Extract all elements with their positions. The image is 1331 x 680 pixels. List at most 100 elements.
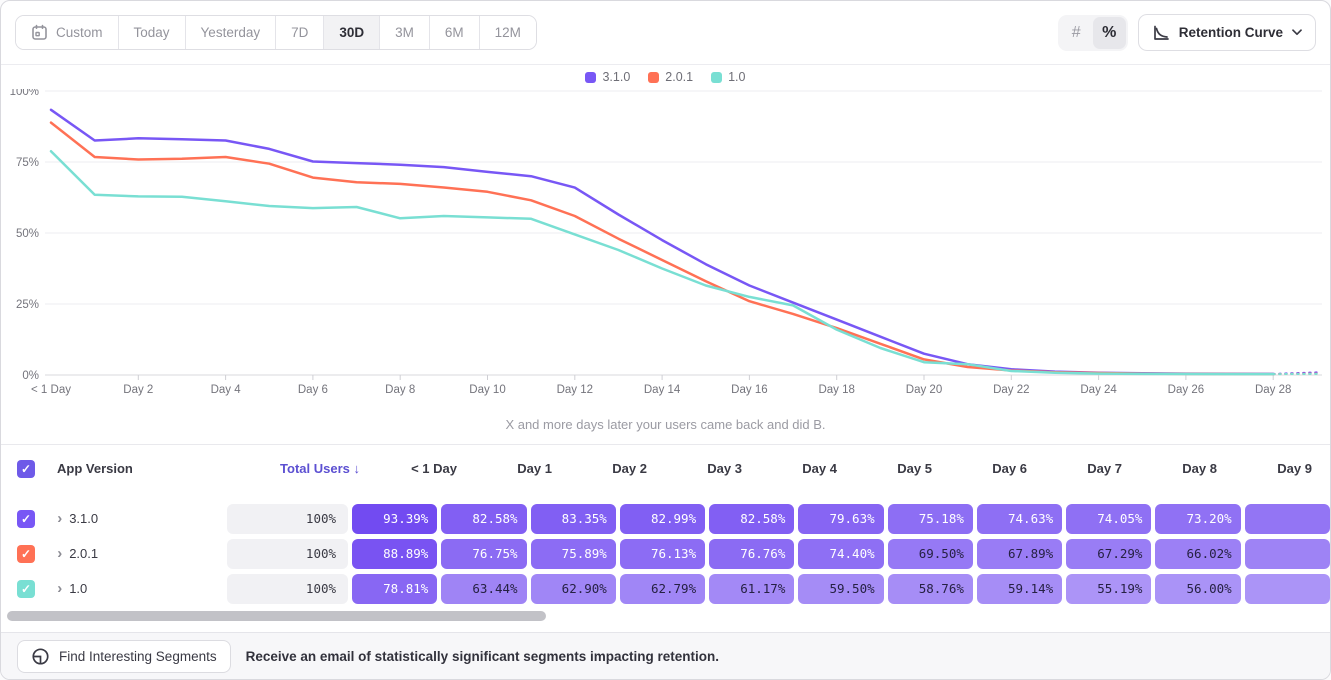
expand-row-chevron[interactable]: › xyxy=(57,546,62,561)
y-axis-label: 75% xyxy=(16,157,39,169)
retention-cell-3.1.0-day-1[interactable]: 82.58% xyxy=(441,504,526,534)
series-line-3.1.0[interactable] xyxy=(51,110,1273,374)
retention-cell-2.0.1-day-10-partial[interactable] xyxy=(1245,539,1330,569)
table-row-1.0: ✓›1.0100%78.81%63.44%62.90%62.79%61.17%5… xyxy=(1,571,1330,606)
table-row-2.0.1: ✓›2.0.1100%88.89%76.75%75.89%76.13%76.76… xyxy=(1,536,1330,571)
x-axis-label: Day 24 xyxy=(1080,384,1117,396)
retention-cell-1.0-day-7[interactable]: 59.14% xyxy=(977,574,1062,604)
retention-cell-2.0.1-day-4[interactable]: 76.76% xyxy=(709,539,794,569)
column-header-day-3[interactable]: Day 3 xyxy=(661,461,752,476)
column-header-day-7[interactable]: Day 7 xyxy=(1041,461,1132,476)
legend-item-1.0[interactable]: 1.0 xyxy=(711,70,745,84)
legend-label: 2.0.1 xyxy=(665,70,693,84)
series-line-2.0.1[interactable] xyxy=(51,123,1273,375)
column-header-day-5[interactable]: Day 5 xyxy=(851,461,942,476)
column-header-day-9[interactable]: Day 9 xyxy=(1231,461,1322,476)
row-checkbox-2.0.1[interactable]: ✓ xyxy=(17,545,35,563)
column-header-day-8[interactable]: Day 8 xyxy=(1136,461,1227,476)
retention-cell-3.1.0-day-4[interactable]: 82.58% xyxy=(709,504,794,534)
x-axis-label: Day 4 xyxy=(211,384,242,396)
date-range-custom[interactable]: Custom xyxy=(16,16,119,49)
chart-type-dropdown[interactable]: Retention Curve xyxy=(1138,14,1316,51)
x-axis-label: Day 8 xyxy=(385,384,415,396)
retention-cell-2.0.1-day-6[interactable]: 69.50% xyxy=(888,539,973,569)
x-axis-label: Day 14 xyxy=(644,384,681,396)
date-range-label: 6M xyxy=(445,25,464,40)
date-range-label: Today xyxy=(134,25,170,40)
retention-cell-1.0-day-9[interactable]: 56.00% xyxy=(1155,574,1240,604)
app-version-label: 2.0.1 xyxy=(69,546,98,561)
column-header-1-day[interactable]: < 1 Day xyxy=(376,461,467,476)
column-header-day-1[interactable]: Day 1 xyxy=(471,461,562,476)
retention-cell-1.0-day-6[interactable]: 58.76% xyxy=(888,574,973,604)
scrollbar-thumb[interactable] xyxy=(7,611,546,621)
expand-row-chevron[interactable]: › xyxy=(57,581,62,596)
x-axis-label: Day 20 xyxy=(906,384,942,396)
retention-cell-2.0.1-day-8[interactable]: 67.29% xyxy=(1066,539,1151,569)
legend-label: 3.1.0 xyxy=(602,70,630,84)
date-range-label: Custom xyxy=(56,25,103,40)
retention-cell-3.1.0-day-8[interactable]: 74.05% xyxy=(1066,504,1151,534)
retention-cell-2.0.1-day-2[interactable]: 75.89% xyxy=(531,539,616,569)
x-axis-label: Day 28 xyxy=(1255,384,1291,396)
series-line-1.0[interactable] xyxy=(51,151,1273,374)
retention-cell-3.1.0-day-6[interactable]: 75.18% xyxy=(888,504,973,534)
date-range-today[interactable]: Today xyxy=(119,16,186,49)
legend-item-3.1.0[interactable]: 3.1.0 xyxy=(585,70,630,84)
retention-cell-1.0-day-10-partial[interactable] xyxy=(1245,574,1330,604)
table-header-row: ✓ App Version Total Users ↓ < 1 DayDay 1… xyxy=(1,444,1330,492)
retention-chart[interactable]: 100%75%50%25%0%< 1 DayDay 2Day 4Day 6Day… xyxy=(1,89,1331,429)
x-axis-label: Day 18 xyxy=(818,384,854,396)
retention-cell-1.0-1-day[interactable]: 78.81% xyxy=(352,574,437,604)
date-range-30d[interactable]: 30D xyxy=(324,16,380,49)
x-axis-label: Day 10 xyxy=(469,384,505,396)
retention-cell-3.1.0-day-9[interactable]: 73.20% xyxy=(1155,504,1240,534)
percentages-toggle[interactable]: % xyxy=(1093,17,1126,49)
column-header-day-2[interactable]: Day 2 xyxy=(566,461,657,476)
date-range-12m[interactable]: 12M xyxy=(480,16,536,49)
value-mode-toggle: #% xyxy=(1058,15,1128,51)
retention-cell-3.1.0-day-10-partial[interactable] xyxy=(1245,504,1330,534)
date-range-6m[interactable]: 6M xyxy=(430,16,480,49)
calendar-icon xyxy=(31,24,48,41)
x-axis-label: Day 16 xyxy=(731,384,767,396)
date-range-label: 3M xyxy=(395,25,414,40)
retention-cell-1.0-day-8[interactable]: 55.19% xyxy=(1066,574,1151,604)
retention-cell-3.1.0-day-2[interactable]: 83.35% xyxy=(531,504,616,534)
expand-row-chevron[interactable]: › xyxy=(57,511,62,526)
absolute-numbers-toggle[interactable]: # xyxy=(1060,17,1093,49)
date-range-7d[interactable]: 7D xyxy=(276,16,324,49)
retention-cell-1.0-day-3[interactable]: 62.79% xyxy=(620,574,705,604)
retention-cell-2.0.1-day-7[interactable]: 67.89% xyxy=(977,539,1062,569)
toolbar: Custom Today Yesterday7D30D 3M 6M 12M #% Rete… xyxy=(1,1,1330,65)
retention-cell-2.0.1-1-day[interactable]: 88.89% xyxy=(352,539,437,569)
app-version-label: 3.1.0 xyxy=(69,511,98,526)
legend-item-2.0.1[interactable]: 2.0.1 xyxy=(648,70,693,84)
footer-message: Receive an email of statistically signif… xyxy=(246,649,719,664)
retention-cell-3.1.0-day-5[interactable]: 79.63% xyxy=(798,504,883,534)
date-range-3m[interactable]: 3M xyxy=(380,16,430,49)
retention-cell-2.0.1-day-5[interactable]: 74.40% xyxy=(798,539,883,569)
retention-cell-3.1.0-day-3[interactable]: 82.99% xyxy=(620,504,705,534)
date-range-selector: Custom Today Yesterday7D30D 3M 6M 12M xyxy=(15,15,537,50)
retention-curve-icon xyxy=(1152,24,1170,42)
total-users-sort-header[interactable]: Total Users ↓ xyxy=(280,461,372,476)
select-all-checkbox[interactable]: ✓ xyxy=(17,460,35,478)
retention-cell-1.0-day-4[interactable]: 61.17% xyxy=(709,574,794,604)
retention-cell-3.1.0-1-day[interactable]: 93.39% xyxy=(352,504,437,534)
row-checkbox-3.1.0[interactable]: ✓ xyxy=(17,510,35,528)
date-range-yesterday[interactable]: Yesterday xyxy=(186,16,277,49)
retention-cell-1.0-day-1[interactable]: 63.44% xyxy=(441,574,526,604)
retention-cell-1.0-day-2[interactable]: 62.90% xyxy=(531,574,616,604)
retention-cell-2.0.1-day-1[interactable]: 76.75% xyxy=(441,539,526,569)
retention-cell-1.0-day-5[interactable]: 59.50% xyxy=(798,574,883,604)
column-header-day-6[interactable]: Day 6 xyxy=(946,461,1037,476)
retention-cell-2.0.1-day-9[interactable]: 66.02% xyxy=(1155,539,1240,569)
find-interesting-segments-button[interactable]: Find Interesting Segments xyxy=(17,640,231,673)
total-users-value: 100% xyxy=(227,574,348,604)
retention-cell-2.0.1-day-3[interactable]: 76.13% xyxy=(620,539,705,569)
retention-cell-3.1.0-day-7[interactable]: 74.63% xyxy=(977,504,1062,534)
row-checkbox-1.0[interactable]: ✓ xyxy=(17,580,35,598)
legend-swatch xyxy=(585,72,596,83)
column-header-day-4[interactable]: Day 4 xyxy=(756,461,847,476)
